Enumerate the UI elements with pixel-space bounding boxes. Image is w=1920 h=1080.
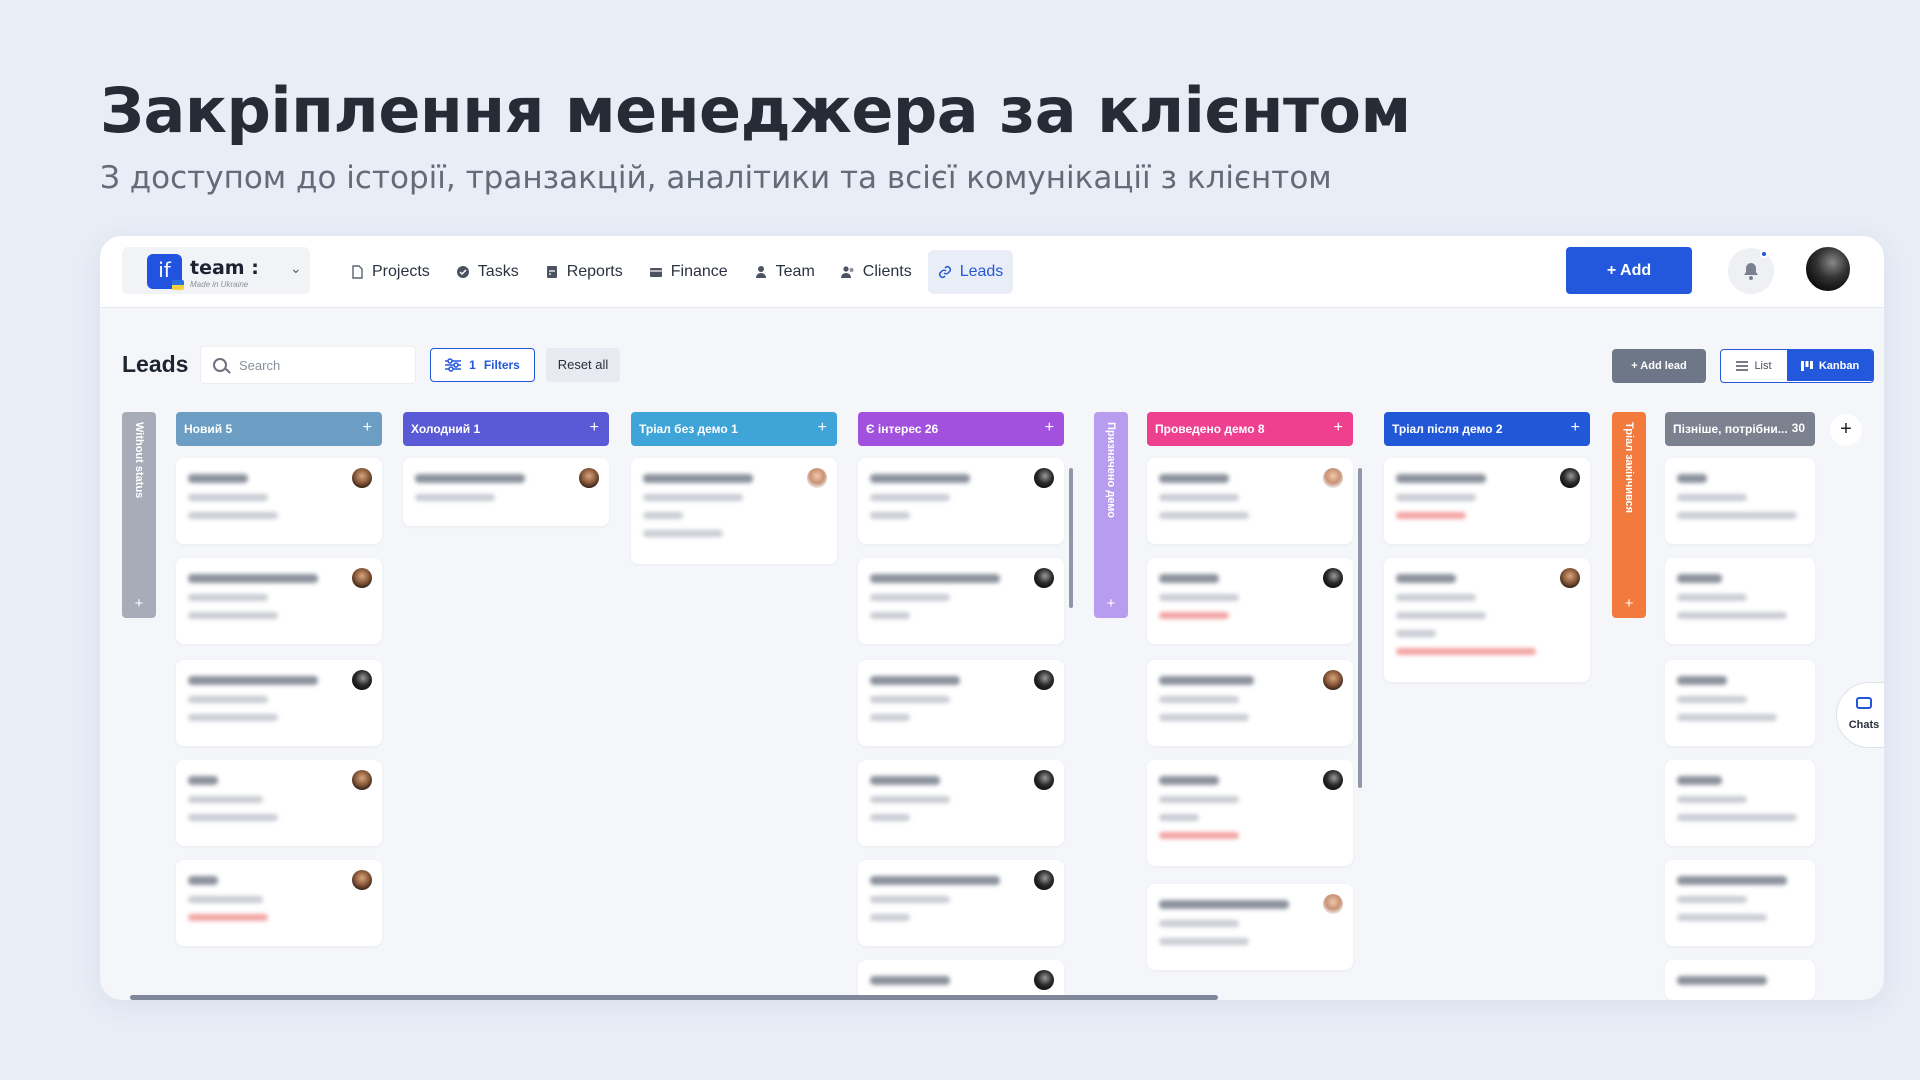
lead-card[interactable]	[1147, 660, 1353, 746]
assignee-avatar	[1323, 894, 1343, 914]
column-scrollbar[interactable]	[1358, 468, 1362, 788]
hero-title: Закріплення менеджера за клієнтом	[100, 74, 1411, 147]
column-title: Проведено демо	[1155, 422, 1255, 436]
lead-card[interactable]	[1147, 558, 1353, 644]
lead-card[interactable]	[858, 860, 1064, 946]
column-count: 1	[473, 422, 481, 436]
column-header-interes[interactable]: Є інтерес 26 +	[858, 412, 1064, 446]
assignee-avatar	[352, 870, 372, 890]
assignee-avatar	[352, 670, 372, 690]
kanban-board: Without status + Новий 5 + Холодний 1 + …	[100, 236, 1884, 1000]
chat-icon	[1856, 697, 1872, 709]
lead-card[interactable]	[1665, 860, 1815, 946]
column-header-provedeno-demo[interactable]: Проведено демо 8 +	[1147, 412, 1353, 446]
hero-subtitle: З доступом до історії, транзакцій, аналі…	[100, 160, 1332, 196]
column-title: Тріал закінчився	[1623, 422, 1635, 514]
app-window: if team : Made in Ukraine ⌄ Projects Tas…	[100, 236, 1884, 1000]
assignee-avatar	[1560, 468, 1580, 488]
column-header-piznishe[interactable]: Пізніше, потрібни... 30	[1665, 412, 1815, 446]
lead-card[interactable]	[1147, 884, 1353, 970]
add-card-icon[interactable]: +	[122, 595, 156, 612]
column-pryznacheno-demo[interactable]: Призначено демо +	[1094, 412, 1128, 618]
assignee-avatar	[1034, 770, 1054, 790]
column-title: Тріал після демо	[1392, 422, 1493, 436]
column-header-kholodnyi[interactable]: Холодний 1 +	[403, 412, 609, 446]
column-title: Призначено демо	[1105, 422, 1117, 518]
lead-card[interactable]	[858, 660, 1064, 746]
lead-card[interactable]	[403, 458, 609, 526]
lead-card[interactable]	[1384, 558, 1590, 682]
lead-card[interactable]	[176, 458, 382, 544]
add-card-icon[interactable]: +	[1094, 595, 1128, 612]
lead-card[interactable]	[1665, 458, 1815, 544]
column-scrollbar[interactable]	[1069, 468, 1073, 608]
lead-card[interactable]	[176, 860, 382, 946]
lead-card[interactable]	[176, 660, 382, 746]
lead-card[interactable]	[1147, 760, 1353, 866]
add-card-icon[interactable]: +	[1045, 419, 1054, 437]
lead-card[interactable]	[1665, 760, 1815, 846]
column-count: 8	[1257, 422, 1265, 436]
column-count: 30	[1791, 421, 1805, 435]
lead-card[interactable]	[631, 458, 837, 564]
assignee-avatar	[1323, 568, 1343, 588]
lead-card[interactable]	[1147, 458, 1353, 544]
assignee-avatar	[352, 568, 372, 588]
assignee-avatar	[1034, 568, 1054, 588]
assignee-avatar	[1323, 770, 1343, 790]
assignee-avatar	[1323, 670, 1343, 690]
column-without-status[interactable]: Without status +	[122, 412, 156, 618]
add-card-icon[interactable]: +	[1334, 419, 1343, 437]
assignee-avatar	[579, 468, 599, 488]
lead-card[interactable]	[858, 458, 1064, 544]
column-title: Новий	[184, 422, 223, 436]
assignee-avatar	[1034, 870, 1054, 890]
lead-card[interactable]	[176, 760, 382, 846]
lead-card[interactable]	[858, 960, 1064, 1000]
assignee-avatar	[1034, 670, 1054, 690]
assignee-avatar	[807, 468, 827, 488]
lead-card[interactable]	[858, 760, 1064, 846]
add-card-icon[interactable]: +	[590, 419, 599, 437]
column-title: Холодний	[411, 422, 471, 436]
lead-card[interactable]	[176, 558, 382, 644]
lead-card[interactable]	[1665, 660, 1815, 746]
assignee-avatar	[1034, 970, 1054, 990]
board-horizontal-scrollbar[interactable]	[130, 995, 1218, 1000]
column-count: 26	[924, 422, 939, 436]
column-title: Тріал без демо	[639, 422, 728, 436]
lead-card[interactable]	[1384, 458, 1590, 544]
add-card-icon[interactable]: +	[363, 419, 372, 437]
assignee-avatar	[1323, 468, 1343, 488]
column-count: 2	[1495, 422, 1503, 436]
column-count: 1	[731, 422, 738, 436]
column-trial-zakinchyvsia[interactable]: Тріал закінчився +	[1612, 412, 1646, 618]
lead-card[interactable]	[1665, 558, 1815, 644]
column-title: Пізніше, потрібни...	[1673, 422, 1788, 436]
column-header-trial-pislia-demo[interactable]: Тріал після демо 2 +	[1384, 412, 1590, 446]
assignee-avatar	[1560, 568, 1580, 588]
column-title: Є інтерес	[866, 422, 922, 436]
column-header-novyi[interactable]: Новий 5 +	[176, 412, 382, 446]
assignee-avatar	[352, 770, 372, 790]
lead-card[interactable]	[858, 558, 1064, 644]
add-card-icon[interactable]: +	[1612, 595, 1646, 612]
column-header-trial-bez-demo[interactable]: Тріал без демо 1 +	[631, 412, 837, 446]
add-column-button[interactable]: +	[1830, 414, 1862, 446]
assignee-avatar	[352, 468, 372, 488]
column-count: 5	[225, 422, 233, 436]
lead-card[interactable]	[1665, 960, 1815, 1000]
add-card-icon[interactable]: +	[818, 419, 827, 437]
chats-label: Chats	[1848, 719, 1880, 731]
column-title: Without status	[133, 422, 145, 499]
assignee-avatar	[1034, 468, 1054, 488]
add-card-icon[interactable]: +	[1571, 419, 1580, 437]
